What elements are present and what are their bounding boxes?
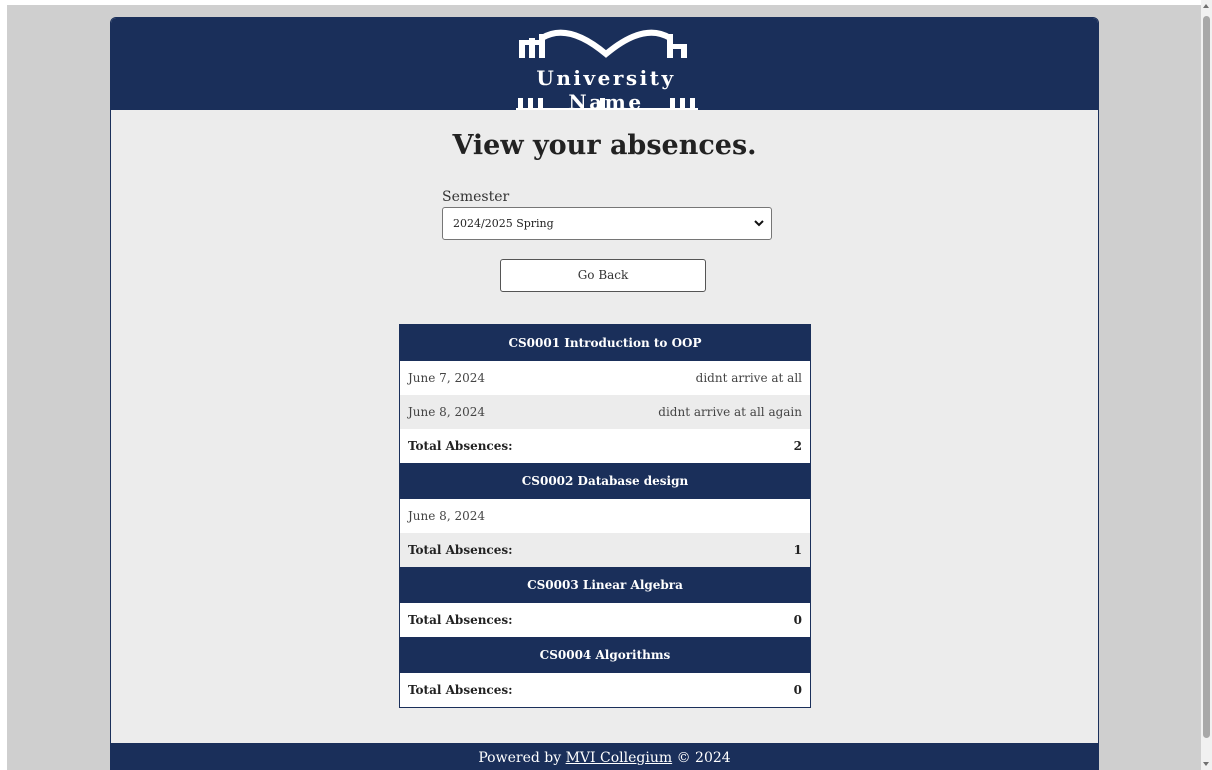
total-label: Total Absences: [408,613,513,627]
semester-label: Semester [442,189,510,205]
semester-select[interactable]: 2024/2025 Spring [442,207,772,240]
absences-table: CS0001 Introduction to OOP June 7, 2024 … [399,324,811,708]
footer-link[interactable]: MVI Collegium [566,750,673,766]
course-heading: CS0004 Algorithms [400,637,810,673]
total-row: Total Absences: 0 [400,603,810,637]
page-card: University Name View your absences. Seme… [110,17,1099,770]
go-back-button[interactable]: Go Back [500,259,706,292]
total-value: 0 [793,683,802,697]
footer-suffix: © 2024 [672,750,731,766]
page-title: View your absences. [452,130,757,161]
site-footer: Powered by MVI Collegium © 2024 [111,743,1098,770]
total-value: 0 [793,613,802,627]
scroll-down-icon[interactable] [1203,762,1209,766]
absence-row: June 8, 2024 didnt arrive at all again [400,395,810,429]
chevron-down-icon [754,220,764,227]
total-value: 1 [793,543,802,557]
total-row: Total Absences: 1 [400,533,810,567]
absence-row: June 8, 2024 [400,499,810,533]
scroll-up-icon[interactable] [1203,4,1209,8]
footer-prefix: Powered by [478,750,566,766]
course-heading: CS0002 Database design [400,463,810,499]
vertical-scrollbar[interactable] [1201,0,1212,770]
absence-date: June 8, 2024 [408,509,485,523]
logo-text: University Name [536,66,676,114]
total-label: Total Absences: [408,543,513,557]
browser-viewport: University Name View your absences. Seme… [7,5,1201,770]
total-row: Total Absences: 2 [400,429,810,463]
semester-selected-value: 2024/2025 Spring [453,217,554,230]
absence-note: didnt arrive at all [695,371,802,385]
total-label: Total Absences: [408,439,513,453]
total-label: Total Absences: [408,683,513,697]
scrollbar-thumb[interactable] [1203,16,1210,738]
course-heading: CS0001 Introduction to OOP [400,325,810,361]
absence-date: June 8, 2024 [408,405,485,419]
course-heading: CS0003 Linear Algebra [400,567,810,603]
site-header: University Name [111,18,1098,114]
absence-note: didnt arrive at all again [658,405,802,419]
absence-row: June 7, 2024 didnt arrive at all [400,361,810,395]
total-value: 2 [793,439,802,453]
total-row: Total Absences: 0 [400,673,810,707]
university-logo[interactable]: University Name [496,24,716,114]
absence-date: June 7, 2024 [408,371,485,385]
